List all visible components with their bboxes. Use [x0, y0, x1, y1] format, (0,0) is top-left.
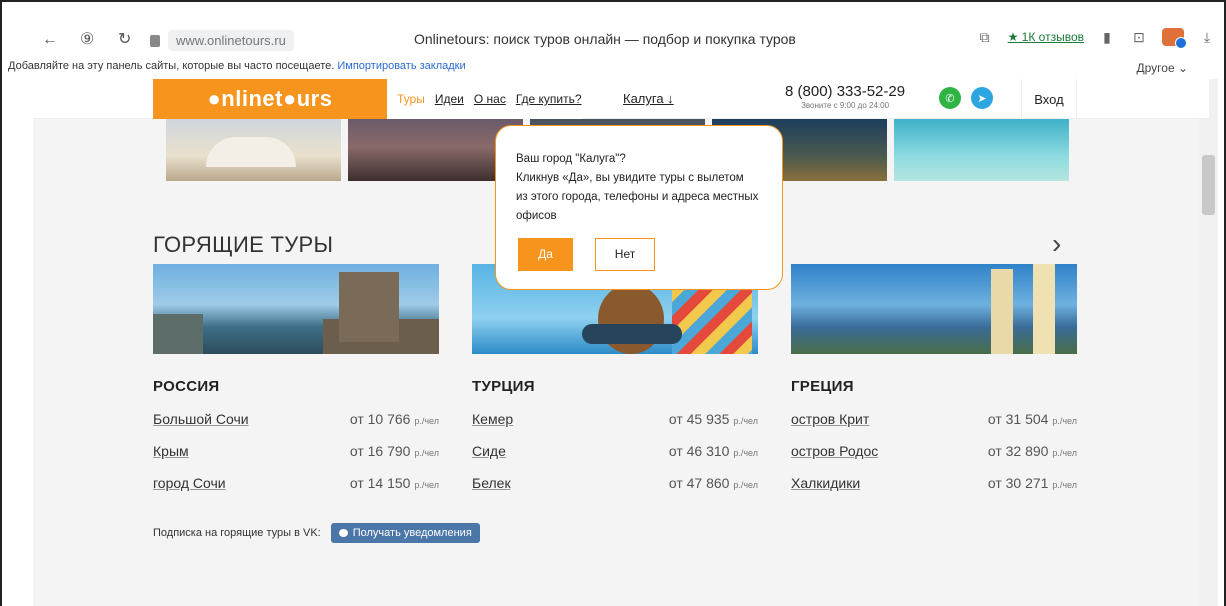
vk-label: Подписка на горящие туры в VK: [153, 527, 321, 539]
phone-block: 8 (800) 333-52-29 Звоните с 9:00 до 24:0… [785, 83, 905, 110]
tour-row: Большой Сочи от 10 766 р./чел [153, 411, 439, 429]
address-bar[interactable]: www.onlinetours.ru [150, 28, 294, 52]
yes-button[interactable]: Да [518, 238, 573, 271]
bookmarks-bar: Добавляйте на эту панель сайты, которые … [8, 60, 466, 72]
next-arrow-icon[interactable]: › [1052, 228, 1061, 260]
tour-price: от 30 271 р./чел [987, 475, 1077, 491]
tour-row: Сиде от 46 310 р./чел [472, 443, 758, 461]
tour-price: от 45 935 р./чел [668, 411, 758, 427]
screen: ← ⑨ ↻ www.onlinetours.ru Onlinetours: по… [0, 0, 1226, 606]
screenshot-frame [0, 0, 2, 606]
site-header: ●nlinet●urs Туры Идеи О нас Где купить? … [33, 79, 1209, 119]
yandex-icon[interactable]: ⑨ [80, 30, 94, 50]
whatsapp-icon[interactable]: ✆ [939, 87, 961, 109]
banner-image-uae[interactable] [166, 119, 341, 181]
greece-image[interactable] [791, 264, 1077, 354]
popup-buttons: Да Нет [518, 238, 655, 271]
login-button[interactable]: Вход [1021, 79, 1077, 119]
tour-link[interactable]: Большой Сочи [153, 411, 249, 427]
popup-text-line: из этого города, телефоны и адреса местн… [516, 191, 759, 203]
browser-toolbar: ⧉ ★ 1К отзывов ▮ ⊡ ⤓ [976, 28, 1216, 49]
phone-number[interactable]: 8 (800) 333-52-29 [785, 83, 905, 100]
profile-avatar[interactable] [1162, 28, 1187, 49]
city-confirm-popup: Ваш город "Калуга"? Кликнув «Да», вы уви… [495, 125, 783, 290]
other-bookmarks[interactable]: Другое ⌄ [1136, 61, 1188, 75]
scrollbar-thumb[interactable] [1202, 155, 1215, 215]
import-bookmarks-link[interactable]: Импортировать закладки [337, 60, 465, 72]
reviews-link[interactable]: ★ 1К отзывов [1008, 30, 1084, 44]
back-arrow-icon[interactable]: ← [42, 30, 58, 50]
top-nav: Туры Идеи О нас Где купить? [387, 79, 582, 119]
russia-image[interactable] [153, 264, 439, 354]
page-title: Onlinetours: поиск туров онлайн — подбор… [414, 31, 796, 47]
tour-link[interactable]: Кемер [472, 411, 513, 427]
site-logo[interactable]: ●nlinet●urs [153, 79, 387, 119]
tour-link[interactable]: остров Крит [791, 411, 869, 427]
tour-row: остров Крит от 31 504 р./чел [791, 411, 1077, 429]
section-title: ГОРЯЩИЕ ТУРЫ [153, 232, 334, 257]
screenshot-frame [0, 0, 1226, 2]
popup-question: Ваш город "Калуга"? [516, 153, 626, 165]
popup-text-line: офисов [516, 210, 557, 222]
telegram-icon[interactable]: ➤ [971, 87, 993, 109]
bookmark-icon[interactable]: ▮ [1098, 28, 1116, 46]
phone-hours: Звоните с 9:00 до 24:00 [801, 101, 890, 110]
download-icon[interactable]: ⤓ [1198, 28, 1216, 46]
vk-subscription: Подписка на горящие туры в VK: Получать … [153, 523, 480, 543]
nav-ideas[interactable]: Идеи [435, 92, 464, 106]
region-title-greece: ГРЕЦИЯ [791, 378, 854, 395]
url-text[interactable]: www.onlinetours.ru [168, 29, 294, 51]
tour-price: от 14 150 р./чел [349, 475, 439, 491]
nav-where-to-buy[interactable]: Где купить? [516, 92, 582, 106]
city-select[interactable]: Калуга ↓ [623, 91, 674, 106]
region-title-turkey: ТУРЦИЯ [472, 378, 535, 395]
tour-link[interactable]: Белек [472, 475, 511, 491]
tour-row: остров Родос от 32 890 р./чел [791, 443, 1077, 461]
tour-row: город Сочи от 14 150 р./чел [153, 475, 439, 493]
vk-button-label: Получать уведомления [352, 527, 472, 539]
tour-price: от 10 766 р./чел [349, 411, 439, 427]
tour-price: от 31 504 р./чел [987, 411, 1077, 427]
no-button[interactable]: Нет [595, 238, 655, 271]
tour-price: от 46 310 р./чел [668, 443, 758, 459]
tour-price: от 16 790 р./чел [349, 443, 439, 459]
vk-subscribe-button[interactable]: Получать уведомления [330, 523, 480, 543]
tour-price: от 32 890 р./чел [987, 443, 1077, 459]
region-title-russia: РОССИЯ [153, 378, 220, 395]
tour-row: Белек от 47 860 р./чел [472, 475, 758, 493]
messenger-icons: ✆ ➤ [939, 87, 993, 109]
tour-price: от 47 860 р./чел [668, 475, 758, 491]
collections-icon[interactable]: ⊡ [1130, 28, 1148, 46]
bookmarks-prompt: Добавляйте на эту панель сайты, которые … [8, 60, 335, 72]
tour-row: Халкидики от 30 271 р./чел [791, 475, 1077, 493]
browser-chrome: ← ⑨ ↻ www.onlinetours.ru Onlinetours: по… [0, 0, 1226, 78]
tour-link[interactable]: город Сочи [153, 475, 226, 491]
lock-icon [150, 35, 160, 47]
tour-link[interactable]: Крым [153, 443, 189, 459]
tour-link[interactable]: остров Родос [791, 443, 878, 459]
vk-icon [338, 529, 348, 537]
nav-about[interactable]: О нас [474, 92, 506, 106]
tour-row: Кемер от 45 935 р./чел [472, 411, 758, 429]
tour-link[interactable]: Сиде [472, 443, 506, 459]
banner-image-sea[interactable] [894, 119, 1069, 181]
extensions-icon[interactable]: ⧉ [976, 28, 994, 46]
popup-text-line: Кликнув «Да», вы увидите туры с вылетом [516, 172, 744, 184]
tour-row: Крым от 16 790 р./чел [153, 443, 439, 461]
tour-link[interactable]: Халкидики [791, 475, 860, 491]
nav-tours[interactable]: Туры [397, 92, 425, 106]
reload-icon[interactable]: ↻ [118, 30, 131, 50]
